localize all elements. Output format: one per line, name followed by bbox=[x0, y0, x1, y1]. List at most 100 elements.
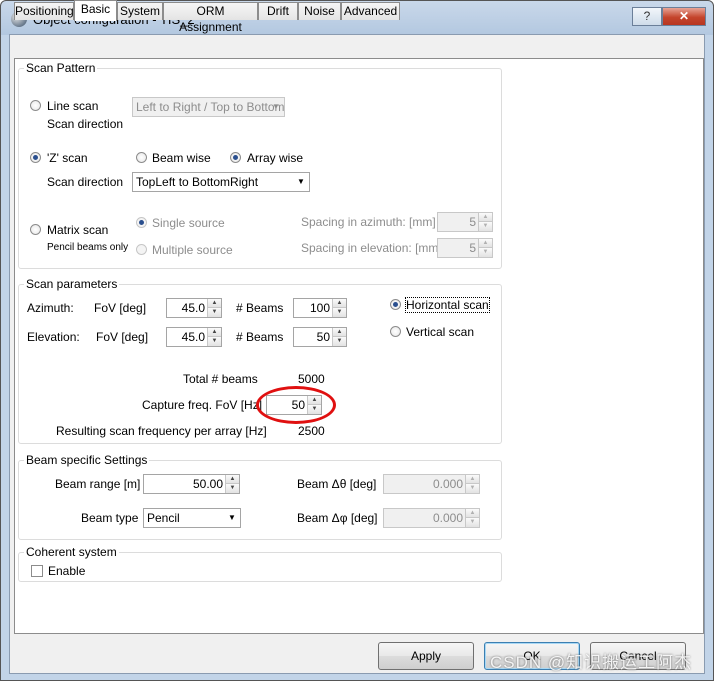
elevation-beams-value: 50 bbox=[316, 330, 330, 344]
single-source-radio[interactable] bbox=[136, 217, 147, 228]
spacing-elevation-label: Spacing in elevation: [mm] bbox=[301, 241, 442, 255]
total-beams-value: 5000 bbox=[298, 372, 325, 386]
beam-range-value: 50.00 bbox=[192, 477, 223, 491]
multiple-source-label: Multiple source bbox=[152, 243, 233, 257]
line-scan-radio[interactable] bbox=[30, 100, 41, 111]
spin-down-icon[interactable]: ▼ bbox=[333, 308, 346, 317]
coherent-system-label: Coherent system bbox=[24, 545, 119, 559]
line-scan-label: Line scan bbox=[47, 99, 99, 113]
chevron-down-icon: ▼ bbox=[272, 102, 280, 111]
array-wise-radio[interactable] bbox=[230, 152, 241, 163]
tab-orm-assignment[interactable]: ORM Assignment bbox=[163, 2, 258, 34]
spin-down-icon[interactable]: ▼ bbox=[208, 337, 221, 346]
azimuth-fov-value: 45.0 bbox=[181, 301, 205, 315]
tab-advanced[interactable]: Advanced bbox=[341, 2, 400, 20]
beam-dphi-label: Beam Δφ [deg] bbox=[297, 511, 378, 525]
total-beams-label: Total # beams bbox=[183, 372, 258, 386]
spacing-elevation-value: 5 bbox=[469, 241, 476, 255]
z-scan-radio[interactable] bbox=[30, 152, 41, 163]
elevation-fov-value: 45.0 bbox=[181, 330, 205, 344]
azimuth-beams-label: # Beams bbox=[236, 301, 284, 315]
spin-down-icon[interactable]: ▼ bbox=[466, 518, 479, 527]
chevron-down-icon: ▼ bbox=[297, 177, 305, 186]
spin-down-icon[interactable]: ▼ bbox=[466, 484, 479, 493]
beam-settings-label: Beam specific Settings bbox=[24, 453, 150, 467]
beam-type-label: Beam type bbox=[81, 511, 139, 525]
beam-wise-radio[interactable] bbox=[136, 152, 147, 163]
beam-dtheta-label: Beam Δθ [deg] bbox=[297, 477, 377, 491]
enable-label: Enable bbox=[48, 564, 86, 578]
azimuth-fov-label: FoV [deg] bbox=[94, 301, 147, 315]
tab-drift[interactable]: Drift bbox=[258, 2, 298, 20]
line-scan-direction-value: Left to Right / Top to Bottom bbox=[136, 100, 285, 114]
highlight-ellipse bbox=[256, 386, 336, 424]
capture-freq-label: Capture freq. FoV [Hz] bbox=[142, 398, 263, 412]
azimuth-label: Azimuth: bbox=[27, 301, 74, 315]
spin-up-icon[interactable]: ▲ bbox=[466, 475, 479, 484]
tab-system[interactable]: System bbox=[117, 2, 163, 20]
azimuth-fov-spinner[interactable]: 45.0 ▲ ▼ bbox=[166, 298, 222, 318]
enable-checkbox[interactable] bbox=[31, 565, 43, 577]
tab-positioning[interactable]: Positioning bbox=[14, 2, 74, 20]
beam-type-select[interactable]: Pencil ▼ bbox=[143, 508, 241, 528]
elevation-beams-spinner[interactable]: 50 ▲ ▼ bbox=[293, 327, 347, 347]
resulting-frequency-value: 2500 bbox=[298, 424, 325, 438]
beam-dphi-spinner[interactable]: 0.000 ▲ ▼ bbox=[383, 508, 480, 528]
line-scan-direction-select[interactable]: Left to Right / Top to Bottom ▼ bbox=[132, 97, 285, 117]
spin-up-icon[interactable]: ▲ bbox=[208, 328, 221, 337]
elevation-beams-label: # Beams bbox=[236, 330, 284, 344]
spin-up-icon[interactable]: ▲ bbox=[466, 509, 479, 518]
tab-noise[interactable]: Noise bbox=[298, 2, 341, 20]
spin-up-icon[interactable]: ▲ bbox=[479, 213, 492, 222]
beam-wise-label: Beam wise bbox=[152, 151, 211, 165]
spin-down-icon[interactable]: ▼ bbox=[479, 248, 492, 257]
z-scan-label: 'Z' scan bbox=[47, 151, 88, 165]
beam-dtheta-spinner[interactable]: 0.000 ▲ ▼ bbox=[383, 474, 480, 494]
watermark-text: CSDN @知识搬运工阿杰 bbox=[490, 653, 693, 672]
resulting-frequency-label: Resulting scan frequency per array [Hz] bbox=[56, 424, 267, 438]
close-button[interactable]: ✕ bbox=[662, 7, 706, 26]
single-source-label: Single source bbox=[152, 216, 225, 230]
spin-up-icon[interactable]: ▲ bbox=[333, 299, 346, 308]
beam-range-spinner[interactable]: 50.00 ▲ ▼ bbox=[143, 474, 240, 494]
beam-dtheta-value: 0.000 bbox=[432, 477, 463, 491]
array-wise-label: Array wise bbox=[247, 151, 304, 165]
multiple-source-radio[interactable] bbox=[136, 244, 147, 255]
azimuth-beams-spinner[interactable]: 100 ▲ ▼ bbox=[293, 298, 347, 318]
apply-button[interactable]: Apply bbox=[378, 642, 474, 670]
spin-down-icon[interactable]: ▼ bbox=[333, 337, 346, 346]
spin-up-icon[interactable]: ▲ bbox=[226, 475, 239, 484]
z-scan-direction-value: TopLeft to BottomRight bbox=[136, 175, 259, 189]
vertical-scan-radio[interactable] bbox=[390, 326, 401, 337]
elevation-fov-spinner[interactable]: 45.0 ▲ ▼ bbox=[166, 327, 222, 347]
matrix-scan-label: Matrix scan bbox=[47, 223, 109, 237]
matrix-scan-radio[interactable] bbox=[30, 224, 41, 235]
pencil-beams-only-note: Pencil beams only bbox=[47, 242, 129, 253]
elevation-label: Elevation: bbox=[27, 330, 80, 344]
spin-down-icon[interactable]: ▼ bbox=[208, 308, 221, 317]
spacing-elevation-spinner[interactable]: 5 ▲ ▼ bbox=[437, 238, 493, 258]
help-button[interactable]: ? bbox=[632, 7, 662, 26]
spin-down-icon[interactable]: ▼ bbox=[479, 222, 492, 231]
chevron-down-icon: ▼ bbox=[228, 513, 236, 522]
spacing-azimuth-spinner[interactable]: 5 ▲ ▼ bbox=[437, 212, 493, 232]
spacing-azimuth-label: Spacing in azimuth: [mm] bbox=[301, 215, 436, 229]
z-scan-direction-label: Scan direction bbox=[47, 175, 124, 189]
spin-up-icon[interactable]: ▲ bbox=[333, 328, 346, 337]
tab-basic[interactable]: Basic bbox=[74, 0, 117, 21]
vertical-scan-label: Vertical scan bbox=[406, 325, 475, 339]
elevation-fov-label: FoV [deg] bbox=[96, 330, 149, 344]
scan-pattern-label: Scan Pattern bbox=[24, 61, 98, 75]
scan-parameters-label: Scan parameters bbox=[24, 277, 120, 291]
spin-down-icon[interactable]: ▼ bbox=[226, 484, 239, 493]
beam-range-label: Beam range [m] bbox=[55, 477, 141, 491]
line-scan-direction-label: Scan direction bbox=[47, 117, 124, 131]
spin-up-icon[interactable]: ▲ bbox=[208, 299, 221, 308]
spacing-azimuth-value: 5 bbox=[469, 215, 476, 229]
z-scan-direction-select[interactable]: TopLeft to BottomRight ▼ bbox=[132, 172, 310, 192]
horizontal-scan-label: Horizontal scan bbox=[405, 297, 490, 313]
beam-settings-group bbox=[18, 460, 502, 540]
horizontal-scan-radio[interactable] bbox=[390, 299, 401, 310]
spin-up-icon[interactable]: ▲ bbox=[479, 239, 492, 248]
beam-dphi-value: 0.000 bbox=[432, 511, 463, 525]
